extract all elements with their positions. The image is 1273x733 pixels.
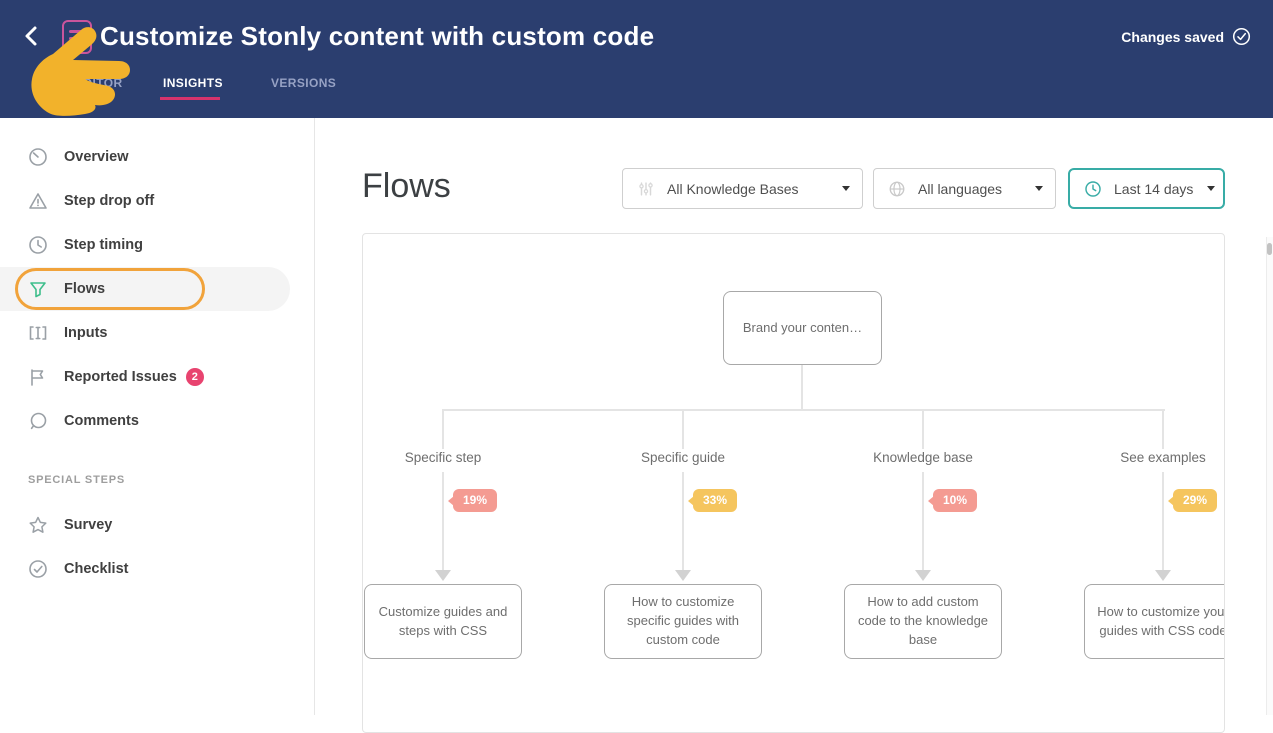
- tab-versions[interactable]: VERSIONS: [271, 76, 336, 90]
- connector-line: [682, 409, 684, 449]
- gauge-icon: [28, 147, 48, 167]
- flow-leaf-node-label: Customize guides and steps with CSS: [375, 603, 511, 641]
- circle-check-icon: [1232, 27, 1251, 46]
- flow-leaf-node-label: How to add custom code to the knowledge …: [855, 593, 991, 650]
- page-scrollbar-thumb[interactable]: [1267, 243, 1272, 255]
- flow-diagram-panel: Brand your conten… Specific step 19% Cus…: [362, 233, 1225, 733]
- arrow-down-icon: [675, 570, 691, 581]
- date-range-filter-value: Last 14 days: [1114, 181, 1193, 197]
- sidebar-item-label: Step drop off: [64, 193, 154, 209]
- connector-line: [1162, 409, 1164, 449]
- arrow-down-icon: [435, 570, 451, 581]
- back-button[interactable]: [18, 22, 46, 50]
- sidebar-item-label: Inputs: [64, 325, 108, 341]
- sidebar-item-step-timing[interactable]: Step timing: [0, 223, 314, 267]
- branch-label: See examples: [1078, 450, 1225, 465]
- chevron-left-icon: [18, 22, 46, 50]
- sidebar-item-survey[interactable]: Survey: [0, 503, 314, 547]
- connector-line: [443, 409, 1165, 411]
- guide-document-icon: [62, 20, 92, 54]
- caret-down-icon: [842, 186, 850, 191]
- reported-issues-count-badge: 2: [186, 368, 204, 386]
- flow-leaf-node-label: How to customize your guides with CSS co…: [1095, 603, 1225, 641]
- flow-leaf-node-label: How to customize specific guides with cu…: [615, 593, 751, 650]
- flows-page-heading: Flows: [362, 167, 451, 206]
- sidebar-item-label: Step timing: [64, 237, 143, 253]
- knowledge-base-filter-value: All Knowledge Bases: [667, 181, 828, 197]
- sidebar-item-checklist[interactable]: Checklist: [0, 547, 314, 591]
- sidebar-item-flows[interactable]: Flows: [0, 267, 290, 311]
- language-filter-dropdown[interactable]: All languages: [873, 168, 1056, 209]
- language-filter-value: All languages: [918, 181, 1021, 197]
- flow-root-node-label: Brand your conten…: [743, 319, 862, 338]
- check-circle-icon: [28, 559, 48, 579]
- active-tab-underline: [160, 97, 220, 100]
- clock-icon: [1084, 180, 1102, 198]
- tab-insights[interactable]: INSIGHTS: [163, 76, 223, 90]
- special-steps-section-label: SPECIAL STEPS: [0, 474, 314, 488]
- star-icon: [28, 515, 48, 535]
- page-scrollbar[interactable]: [1266, 237, 1273, 715]
- flow-leaf-node[interactable]: How to customize your guides with CSS co…: [1084, 584, 1225, 659]
- date-range-filter-dropdown[interactable]: Last 14 days: [1068, 168, 1225, 209]
- sidebar-item-overview[interactable]: Overview: [0, 135, 314, 179]
- branch-percent-badge: 29%: [1173, 489, 1217, 512]
- connector-line: [442, 472, 444, 570]
- sidebar-item-reported-issues[interactable]: Reported Issues 2: [0, 355, 314, 399]
- sidebar-item-label: Overview: [64, 149, 129, 165]
- tab-editor[interactable]: EDITOR: [75, 76, 123, 90]
- arrow-down-icon: [915, 570, 931, 581]
- sidebar-item-label: Checklist: [64, 561, 128, 577]
- branch-label: Specific guide: [598, 450, 768, 465]
- branch-percent-badge: 33%: [693, 489, 737, 512]
- sidebar-item-step-drop-off[interactable]: Step drop off: [0, 179, 314, 223]
- save-status: Changes saved: [1121, 27, 1251, 46]
- sidebar-item-label: Flows: [64, 281, 105, 297]
- connector-line: [1162, 472, 1164, 570]
- sidebar-item-inputs[interactable]: Inputs: [0, 311, 314, 355]
- flow-leaf-node[interactable]: How to add custom code to the knowledge …: [844, 584, 1002, 659]
- flow-root-node[interactable]: Brand your conten…: [723, 291, 882, 365]
- sidebar-item-comments[interactable]: Comments: [0, 399, 314, 443]
- branch-percent-badge: 19%: [453, 489, 497, 512]
- branch-percent-badge: 10%: [933, 489, 977, 512]
- sidebar-item-label: Comments: [64, 413, 139, 429]
- comment-bubble-icon: [28, 411, 48, 431]
- funnel-icon: [28, 279, 48, 299]
- clock-icon: [28, 235, 48, 255]
- knowledge-base-filter-dropdown[interactable]: All Knowledge Bases: [622, 168, 863, 209]
- branch-label: Knowledge base: [838, 450, 1008, 465]
- branch-label: Specific step: [362, 450, 528, 465]
- connector-line: [801, 365, 803, 409]
- sidebar-item-label: Reported Issues: [64, 369, 177, 385]
- arrow-down-icon: [1155, 570, 1171, 581]
- input-cursor-icon: [28, 323, 48, 343]
- flow-leaf-node[interactable]: How to customize specific guides with cu…: [604, 584, 762, 659]
- globe-icon: [888, 180, 906, 198]
- connector-line: [442, 409, 444, 449]
- flag-icon: [28, 367, 48, 387]
- connector-line: [922, 472, 924, 570]
- caret-down-icon: [1035, 186, 1043, 191]
- flow-leaf-node[interactable]: Customize guides and steps with CSS: [364, 584, 522, 659]
- caret-down-icon: [1207, 186, 1215, 191]
- sidebar-item-label: Survey: [64, 517, 112, 533]
- warning-triangle-icon: [28, 191, 48, 211]
- connector-line: [682, 472, 684, 570]
- sliders-icon: [637, 180, 655, 198]
- page-title: Customize Stonly content with custom cod…: [100, 21, 654, 52]
- sidebar-nav: Overview Step drop off Step timing Flows: [0, 118, 315, 715]
- save-status-label: Changes saved: [1121, 29, 1224, 45]
- app-header: Customize Stonly content with custom cod…: [0, 0, 1273, 118]
- connector-line: [922, 409, 924, 449]
